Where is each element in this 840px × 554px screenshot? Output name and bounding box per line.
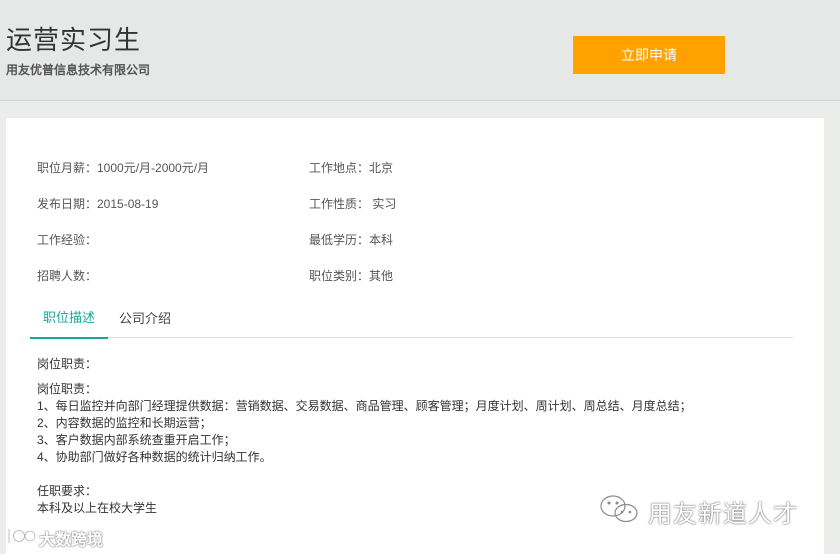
job-title: 运营实习生 bbox=[6, 25, 142, 55]
watermark-left-text: 大数跨境 bbox=[39, 532, 104, 549]
watermark-right: 用友新道人才 bbox=[598, 494, 798, 528]
tab-job-description[interactable]: 职位描述 bbox=[30, 296, 108, 339]
requirements-line: 本科及以上在校大学生 bbox=[37, 501, 158, 515]
detail-tabs: 职位描述 公司介绍 bbox=[30, 296, 793, 339]
tab-company-intro[interactable]: 公司介绍 bbox=[108, 296, 182, 338]
duty-item-3: 3、客户数据内部系统查重开启工作； bbox=[37, 433, 236, 447]
experience-info: 工作经验： bbox=[37, 233, 98, 247]
logo-icon bbox=[6, 525, 37, 552]
publish-date-info: 发布日期：2015-08-19 bbox=[37, 197, 159, 211]
education-info: 最低学历：本科 bbox=[309, 233, 394, 247]
duty-item-1: 1、每日监控并向部门经理提供数据：营销数据、交易数据、商品管理、顾客管理；月度计… bbox=[37, 399, 692, 413]
apply-button[interactable]: 立即申请 bbox=[573, 36, 725, 74]
location-info: 工作地点：北京 bbox=[309, 161, 394, 175]
duties-heading: 岗位职责： bbox=[37, 357, 98, 371]
job-header: 运营实习生 用友优普信息技术有限公司 立即申请 bbox=[0, 0, 840, 101]
headcount-info: 招聘人数： bbox=[37, 269, 98, 283]
duty-item-4: 4、协助部门做好各种数据的统计归纳工作。 bbox=[37, 450, 272, 464]
duties-heading-2: 岗位职责： bbox=[37, 382, 98, 396]
watermark-left: 大数跨境 bbox=[6, 526, 103, 550]
company-name[interactable]: 用友优普信息技术有限公司 bbox=[6, 61, 150, 78]
watermark-right-text: 用友新道人才 bbox=[648, 500, 798, 528]
requirements-heading: 任职要求： bbox=[37, 484, 98, 498]
category-info: 职位类别：其他 bbox=[309, 269, 394, 283]
job-nature-info: 工作性质： 实习 bbox=[309, 197, 397, 211]
wechat-icon bbox=[598, 493, 640, 530]
salary-info: 职位月薪：1000元/月-2000元/月 bbox=[37, 161, 210, 175]
duty-item-2: 2、内容数据的监控和长期运营； bbox=[37, 416, 212, 430]
